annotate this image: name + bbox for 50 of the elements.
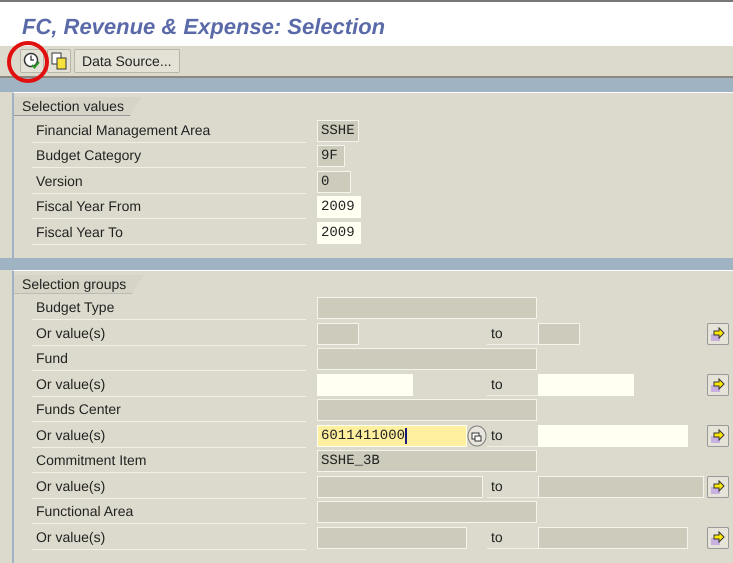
field-label: Functional Area (32, 500, 306, 524)
field-label: Version (32, 170, 306, 194)
arrow-icon (710, 326, 726, 342)
copy-icon (51, 52, 67, 70)
multiple-selection-button[interactable] (707, 526, 729, 549)
input-field[interactable] (317, 399, 537, 422)
field-label: Or value(s) (32, 424, 306, 448)
input-field[interactable] (317, 322, 359, 345)
multiple-selection-button[interactable] (707, 476, 729, 498)
highlight-circle (6, 40, 50, 84)
input-field[interactable]: SSHE (317, 120, 359, 142)
copy-button[interactable] (47, 49, 71, 73)
input-field[interactable]: 2009 (317, 222, 361, 244)
window-title: FC, Revenue & Expense: Selection (0, 0, 733, 46)
field-label: Or value(s) (32, 372, 306, 397)
execute-button[interactable] (20, 49, 44, 73)
field-label: Or value(s) (32, 322, 306, 346)
multiple-selection-button[interactable] (707, 424, 729, 447)
field-label: Or value(s) (32, 474, 306, 499)
input-field[interactable] (538, 322, 580, 345)
input-field[interactable] (317, 297, 537, 320)
arrow-icon (710, 376, 726, 393)
input-field[interactable]: 9F (317, 145, 345, 168)
field-label: Budget Type (32, 296, 306, 320)
input-field[interactable]: 2009 (317, 196, 361, 218)
input-field[interactable] (317, 526, 467, 549)
arrow-icon (710, 530, 726, 546)
field-label: Commitment Item (32, 449, 306, 474)
field-label: Fund (32, 347, 306, 372)
multiple-selection-button[interactable] (707, 374, 729, 396)
field-label: Or value(s) (32, 526, 306, 550)
data-source-button[interactable]: Data Source... (74, 49, 180, 73)
value-help-icon[interactable] (467, 424, 487, 447)
input-field[interactable] (317, 348, 537, 370)
field-label: Budget Category (32, 144, 306, 168)
input-field[interactable]: SSHE_3B (317, 450, 537, 472)
input-field[interactable]: 0 (317, 170, 351, 193)
field-label: Fiscal Year From (32, 195, 306, 220)
arrow-icon (710, 478, 726, 495)
field-label: Funds Center (32, 398, 306, 422)
input-field[interactable] (538, 526, 688, 549)
field-label: Financial Management Area (32, 118, 306, 143)
clock-check-icon (23, 52, 41, 70)
multiple-selection-button[interactable] (707, 322, 729, 345)
input-field[interactable]: 6011411000 (317, 424, 467, 447)
arrow-icon (710, 428, 726, 444)
field-label: Fiscal Year To (32, 220, 306, 245)
input-field[interactable] (317, 476, 483, 498)
input-field[interactable] (317, 501, 537, 524)
input-field[interactable] (538, 476, 704, 498)
